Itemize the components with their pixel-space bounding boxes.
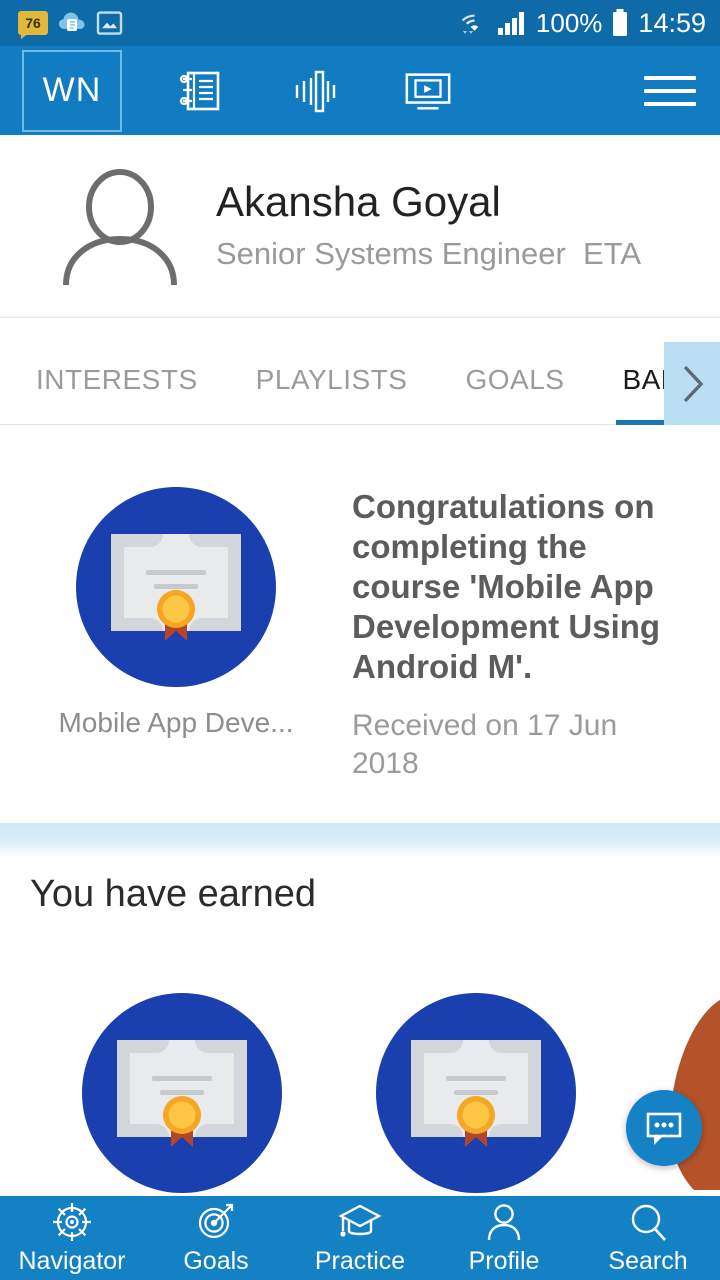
nav-label-navigator: Navigator — [18, 1247, 126, 1275]
cloud-file-icon — [59, 12, 85, 31]
tab-goals[interactable]: GOALS — [465, 335, 564, 425]
badge-received-date: Received on 17 Jun 2018 — [352, 708, 618, 780]
articles-icon[interactable] — [174, 65, 226, 117]
battery-percent-label: 100% — [535, 7, 603, 38]
wifi-icon — [461, 14, 479, 34]
earned-badges-row — [0, 993, 720, 1203]
earned-section-title: You have earned — [30, 873, 316, 915]
badge-detail-card[interactable]: Mobile App Deve... Congratulations on co… — [0, 425, 720, 823]
certificate-badge-icon[interactable] — [376, 993, 576, 1193]
hamburger-menu-icon[interactable] — [644, 69, 698, 113]
tab-bar: INTERESTS PLAYLISTS GOALS BADGE — [0, 317, 720, 426]
app-logo[interactable]: WN — [22, 49, 122, 132]
tab-list: INTERESTS PLAYLISTS GOALS BADGE — [0, 335, 720, 425]
tab-interests[interactable]: INTERESTS — [36, 335, 198, 425]
chat-fab-button[interactable] — [626, 1090, 702, 1166]
profile-text: Akansha Goyal Senior Systems Engineer ET… — [216, 177, 641, 272]
profile-name: Akansha Goyal — [216, 177, 501, 225]
graduation-cap-icon — [337, 1200, 383, 1244]
calendar-badge-icon: 76 — [18, 11, 48, 35]
badge-caption: Mobile App Deve... — [58, 707, 294, 738]
tab-scroll-next-button[interactable] — [664, 342, 720, 426]
certificate-badge-icon[interactable] — [82, 993, 282, 1193]
person-avatar-icon[interactable] — [56, 167, 184, 285]
status-bar-right-icons: 100% 14:59 — [461, 8, 706, 39]
gallery-icon — [96, 11, 123, 35]
profile-role: Senior Systems Engineer ETA — [216, 236, 641, 272]
badge-info-block: Congratulations on completing the course… — [352, 487, 680, 823]
nav-item-search[interactable]: Search — [576, 1200, 720, 1276]
signal-bars-icon — [497, 12, 524, 35]
app-screen: 76 100% 14:59 WN Akansha Goyal Senior Sy… — [0, 0, 720, 1280]
search-icon — [627, 1200, 669, 1244]
profile-header: Akansha Goyal Senior Systems Engineer ET… — [0, 135, 720, 317]
clock-label: 14:59 — [638, 7, 706, 38]
section-divider — [0, 823, 720, 859]
badge-thumbnail-block: Mobile App Deve... — [0, 487, 352, 823]
battery-full-icon — [613, 9, 628, 36]
ship-wheel-icon — [51, 1200, 93, 1244]
person-icon — [483, 1200, 525, 1244]
earned-badges-section: You have earned — [0, 859, 720, 1196]
chevron-right-icon — [683, 365, 704, 403]
nav-item-navigator[interactable]: Navigator — [0, 1200, 144, 1276]
chat-bubble-icon — [646, 1112, 682, 1145]
status-bar-left-icons: 76 — [18, 10, 123, 36]
nav-item-practice[interactable]: Practice — [288, 1200, 432, 1276]
app-bar-icons — [174, 65, 454, 117]
nav-item-goals[interactable]: Goals — [144, 1200, 288, 1276]
nav-label-search: Search — [608, 1247, 688, 1275]
tab-playlists[interactable]: PLAYLISTS — [256, 335, 408, 425]
video-player-icon[interactable] — [402, 65, 454, 117]
status-bar: 76 100% 14:59 — [0, 0, 720, 46]
audio-waveform-icon[interactable] — [288, 65, 340, 117]
certificate-badge-icon[interactable] — [76, 487, 276, 687]
nav-label-goals: Goals — [183, 1247, 249, 1275]
nav-item-profile[interactable]: Profile — [432, 1200, 576, 1276]
nav-label-practice: Practice — [314, 1247, 406, 1275]
target-arrow-icon — [195, 1200, 237, 1244]
badge-title: Congratulations on completing the course… — [352, 488, 661, 685]
bottom-navigation-bar: Navigator Goals Practice Profile Search — [0, 1196, 720, 1280]
app-bar: WN — [0, 46, 720, 135]
nav-label-profile: Profile — [468, 1247, 540, 1275]
